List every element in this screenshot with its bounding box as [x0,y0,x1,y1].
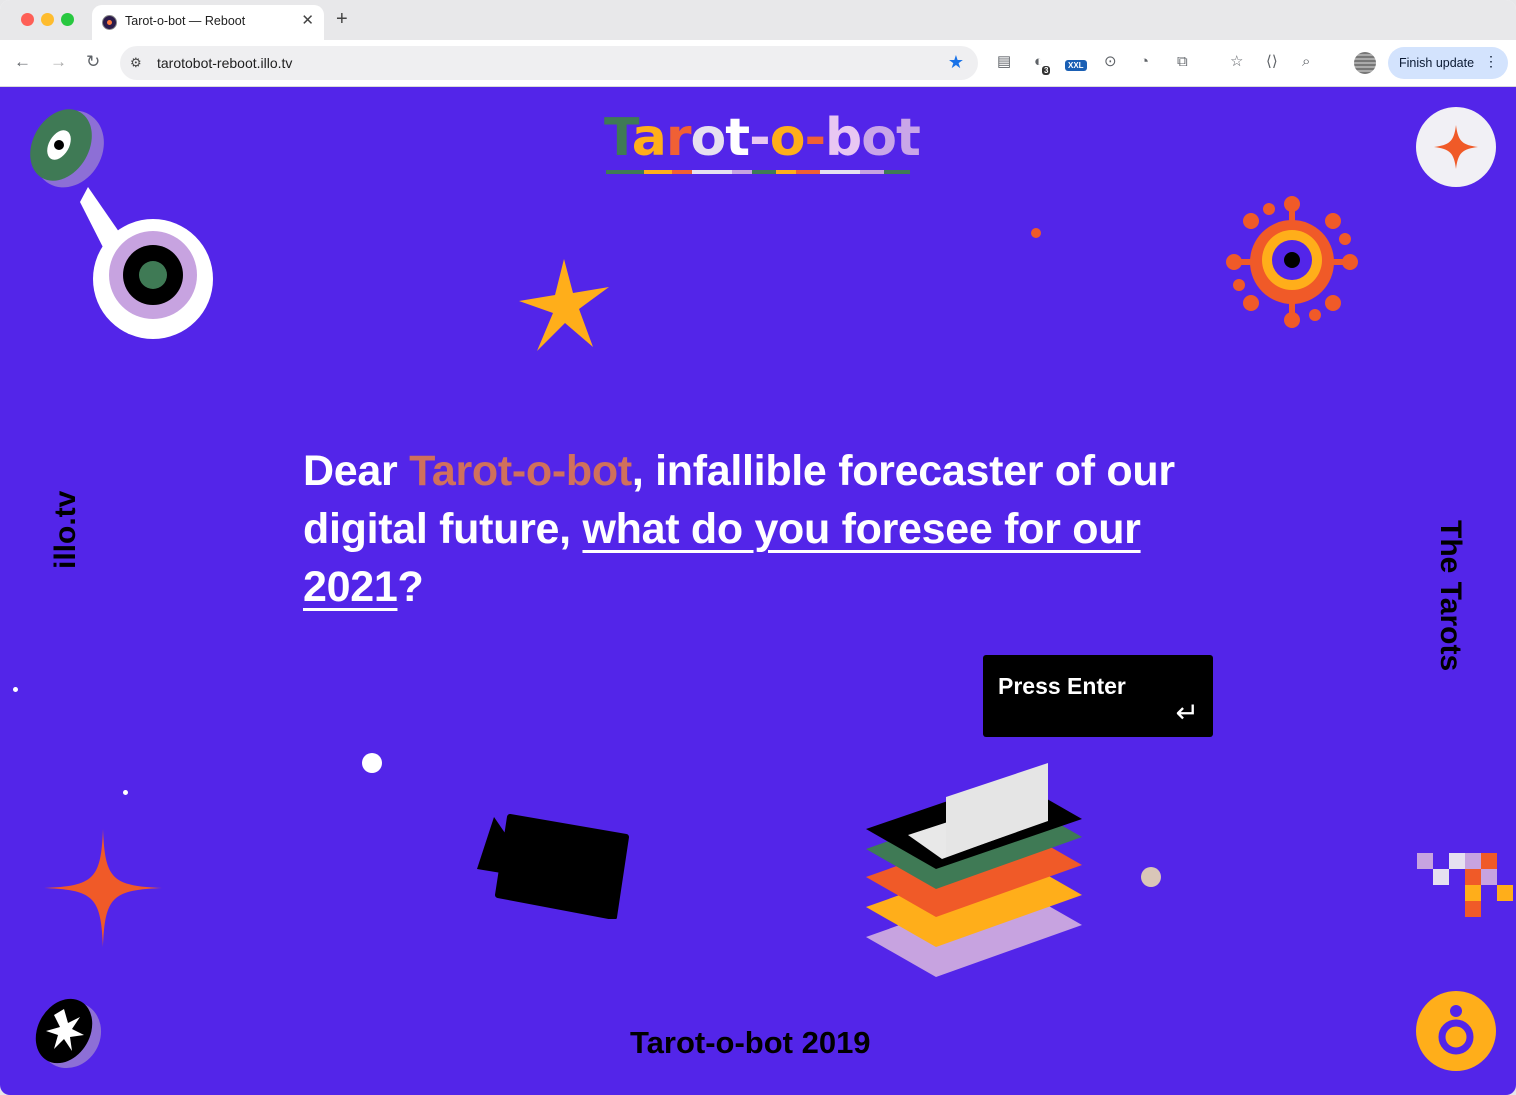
page-content: Tarot-o-bot Dear Tarot-o-bot, infallible… [0,87,1516,1095]
new-tab-button[interactable]: + [336,9,348,29]
spark-badge-icon[interactable] [30,995,102,1071]
beige-circle [1141,867,1161,887]
logo-letter: o [769,108,806,168]
orange-sparkle-icon [44,829,162,947]
logo-letter: - [749,108,771,168]
finish-update-button[interactable]: Finish update ⋮ [1388,47,1508,79]
bookmark-star-icon[interactable]: ★ [948,52,964,73]
reload-icon[interactable]: ↻ [86,51,100,73]
white-dot [123,790,128,795]
camera-icon [477,814,629,919]
browser-window: Tarot-o-bot — Reboot ✕ + ← → ↻ ⚙ tarotob… [0,0,1516,1095]
logo-letter: r [665,108,692,168]
person-icon [1438,1005,1474,1055]
tab-strip: Tarot-o-bot — Reboot ✕ + [0,0,1516,40]
minimize-window-button[interactable] [41,13,54,26]
browser-toolbar: ← → ↻ ⚙ tarotobot-reboot.illo.tv ★ ▤ ◐ 3… [0,40,1516,87]
puzzle-extensions-icon[interactable]: ⧉ [1177,53,1188,71]
pixel-pattern [1417,853,1513,917]
maximize-window-button[interactable] [61,13,74,26]
finish-update-label: Finish update [1399,56,1475,70]
logo-underline [606,170,910,174]
xxl-extension-icon[interactable]: XXL [1065,60,1087,71]
logo-text: Tarot-o-bot [604,107,921,169]
eye-illustration [30,109,213,339]
enter-arrow-icon: ↵ [1175,697,1199,728]
logo-letter: o [861,108,897,168]
extension-badge: 3 [1042,66,1051,75]
sparkle-icon [1434,125,1478,169]
logo-letter: - [804,108,826,168]
star-list-icon[interactable]: ☆ [1230,53,1243,71]
press-enter-button[interactable]: Press Enter ↵ [983,655,1213,737]
sparkle-menu-button[interactable] [1416,107,1496,187]
document-extension-icon[interactable]: ▤ [997,53,1011,71]
logo-letter: t [896,108,921,168]
site-logo[interactable]: Tarot-o-bot [604,107,921,177]
logo-letter: a [631,108,667,168]
tab-title: Tarot-o-bot — Reboot [125,14,246,28]
sun-illustration [1226,196,1358,328]
press-enter-label: Press Enter [998,673,1126,699]
tab-close-icon[interactable]: ✕ [301,11,314,29]
stacked-layers-illustration [866,763,1082,977]
logo-letter: T [604,108,633,168]
yellow-star-icon [519,259,609,351]
tarot-question: Dear Tarot-o-bot, infallible forecaster … [303,442,1203,616]
orange-dot [1031,228,1041,238]
question-prefix: Dear [303,447,410,495]
circle-extension-icon[interactable]: ⊙ [1104,53,1117,71]
code-icon[interactable]: ⟨⟩ [1266,53,1278,71]
question-accent: Tarot-o-bot [409,447,632,495]
favicon-icon [102,15,117,30]
close-window-button[interactable] [21,13,34,26]
question-suffix: ? [397,563,424,611]
back-arrow-icon[interactable]: ← [14,51,31,73]
address-bar[interactable]: ⚙ tarotobot-reboot.illo.tv ★ [120,46,978,80]
profile-button[interactable] [1416,991,1496,1071]
illo-tv-link[interactable]: illo.tv [49,491,83,569]
white-dot [13,687,18,692]
tarot-o-bot-2019-link[interactable]: Tarot-o-bot 2019 [630,1025,871,1061]
url-text[interactable]: tarotobot-reboot.illo.tv [157,55,292,71]
white-circle [362,753,382,773]
logo-letter: o [690,108,727,168]
forward-arrow-icon[interactable]: → [50,51,67,73]
search-tab-icon[interactable]: ⌕ [1302,53,1310,71]
logo-letter: b [825,108,862,168]
site-settings-icon[interactable]: ⚙ [130,55,142,71]
more-menu-icon[interactable]: ⋮ [1484,53,1498,70]
clock-extension-icon[interactable]: ◔ [1140,53,1149,71]
the-tarots-link[interactable]: The Tarots [1433,520,1467,671]
profile-avatar[interactable] [1354,52,1376,74]
tab-active[interactable]: Tarot-o-bot — Reboot ✕ [92,5,324,40]
logo-letter: t [725,108,750,168]
